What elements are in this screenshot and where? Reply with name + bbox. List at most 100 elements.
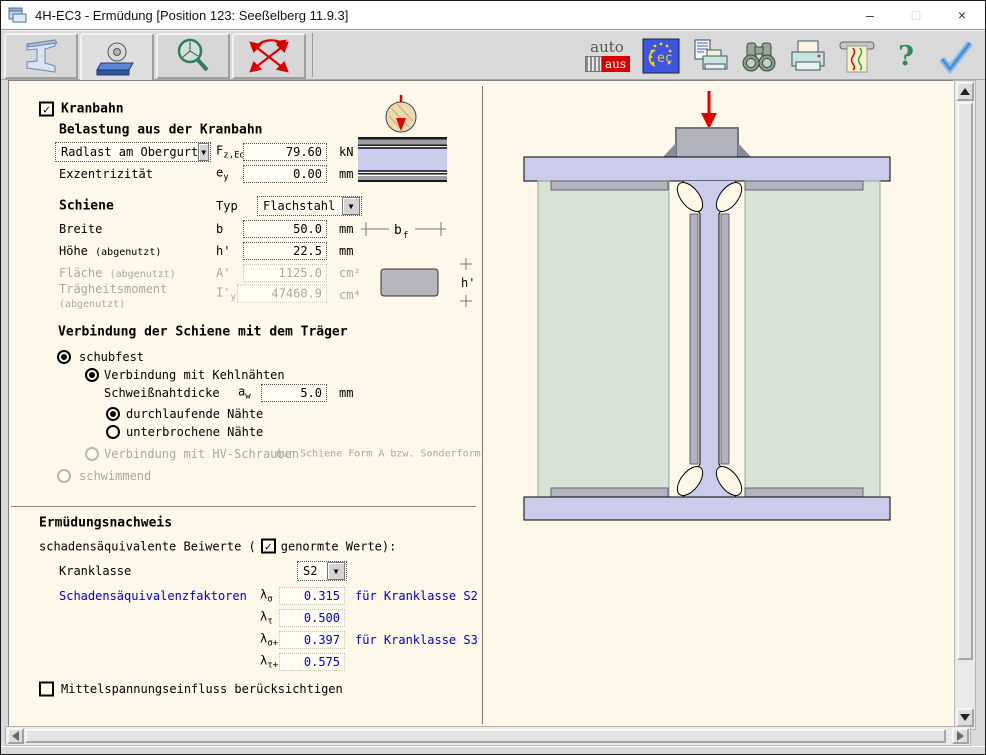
section-separator (11, 506, 476, 507)
lambda-tau-symbol: λτ (260, 610, 273, 627)
schubfest-label: schubfest (79, 350, 144, 364)
hoehe-input[interactable]: 22.5 (243, 242, 327, 260)
verbindung-heading: Verbindung der Schiene mit dem Träger (58, 325, 348, 340)
scroll-down-button[interactable] (956, 708, 974, 727)
tab-forces[interactable] (232, 33, 306, 79)
svg-text:f: f (403, 231, 408, 241)
horizontal-scroll-thumb[interactable] (25, 729, 946, 743)
panel-left (538, 181, 669, 497)
protocol-button[interactable] (837, 35, 877, 77)
protocol-icon (838, 38, 876, 74)
svg-text:ec: ec (657, 51, 673, 66)
lambda-sigma-plus-symbol: λσ+ (260, 632, 278, 649)
eccentricity-input[interactable]: 0.00 (243, 165, 327, 183)
help-button[interactable]: ? (886, 35, 926, 77)
auto-aus-button[interactable]: auto aus (582, 35, 632, 77)
force-symbol: Fz,Ed (216, 144, 245, 161)
titlebar: 4H-EC3 - Ermüdung [Position 123: Seeßelb… (1, 1, 985, 30)
weld-left (663, 143, 676, 157)
kranklasse-dropdown[interactable]: S2 ▼ (297, 561, 347, 581)
flaeche-output: 1125.0 (243, 264, 327, 282)
binoculars-icon (739, 39, 779, 73)
web (700, 181, 719, 497)
statusbar (1, 746, 985, 754)
beam-cross-section (483, 81, 953, 729)
tab-section-detail[interactable] (156, 33, 230, 79)
maximize-button: □ (893, 1, 939, 29)
content-panel: ✓ Kranbahn Belastung aus der Kranbahn Ra… (8, 80, 954, 730)
schiene-heading: Schiene (59, 199, 114, 214)
durchlaufende-label: durchlaufende Nähte (126, 407, 263, 421)
lambda-sigma-output: 0.315 (279, 587, 345, 605)
traegheitsmoment-symbol: I'y (216, 285, 236, 302)
vertical-scrollbar (954, 80, 976, 730)
panel-right (745, 181, 880, 497)
minimize-button[interactable]: – (847, 1, 893, 29)
i-beam-icon (19, 38, 63, 74)
schweissnahtdicke-unit: mm (339, 386, 353, 400)
lambda-sigma-note: für Kranklasse S2 (355, 589, 478, 603)
mittelspannung-checkbox[interactable] (39, 682, 54, 697)
flaeche-symbol: A' (216, 266, 230, 280)
beiwerte-prefix: schadensäquivalente Beiwerte ( (39, 539, 256, 553)
confirm-button[interactable] (935, 35, 975, 77)
load-position-value: Radlast am Obergurt (61, 145, 198, 159)
lambda-tau-plus-symbol: λτ+ (260, 654, 278, 671)
kehlnaehte-label: Verbindung mit Kehlnähten (104, 368, 285, 382)
print-preview-button[interactable] (690, 35, 730, 77)
app-window: 4H-EC3 - Ermüdung [Position 123: Seeßelb… (0, 0, 986, 755)
schubfest-radio[interactable] (57, 350, 71, 364)
scroll-right-button[interactable] (952, 728, 969, 744)
belastung-heading: Belastung aus der Kranbahn (59, 123, 263, 138)
tab-rail-wheel[interactable] (80, 33, 154, 82)
unterbrochene-radio[interactable] (106, 425, 120, 439)
arrow-down-icon (960, 714, 970, 721)
schweissnahtdicke-label: Schweißnahtdicke (104, 386, 220, 400)
stripe-icon (585, 56, 602, 72)
document-printer-icon (691, 38, 729, 74)
rail-type-dropdown[interactable]: Flachstahl ▼ (257, 196, 362, 216)
load-position-dropdown[interactable]: Radlast am Obergurt ▼ (55, 142, 211, 162)
top-flange (524, 157, 890, 181)
traegheitsmoment-label: Trägheitsmoment (abgenutzt) (59, 282, 167, 310)
rail-sketch: b f h' (349, 91, 479, 321)
scroll-up-button[interactable] (956, 82, 974, 101)
vertical-scroll-thumb[interactable] (957, 102, 973, 660)
h-label: h' (461, 276, 475, 290)
close-button[interactable]: × (939, 1, 985, 29)
lambda-sigma-symbol: λσ (260, 588, 273, 605)
auto-label: auto (590, 41, 624, 54)
kranbahn-label: Kranbahn (61, 102, 124, 117)
arrow-up-icon (960, 88, 970, 95)
hoehe-symbol: h' (216, 244, 230, 258)
kranklasse-value: S2 (303, 564, 317, 578)
breite-input[interactable]: 50.0 (243, 220, 327, 238)
bottom-flange (524, 497, 890, 520)
search-button[interactable] (739, 35, 779, 77)
kranbahn-checkbox[interactable]: ✓ (39, 102, 54, 117)
hv-schrauben-label: Verbindung mit HV-Schrauben (104, 447, 299, 461)
rail-section-icon (381, 269, 438, 296)
hv-schrauben-radio (85, 447, 99, 461)
print-button[interactable] (788, 35, 828, 77)
ec-flag-icon: ec (642, 38, 680, 74)
schweissnahtdicke-input[interactable]: 5.0 (261, 384, 327, 402)
wheel-on-beam-icon (95, 39, 139, 79)
scroll-left-button[interactable] (7, 728, 24, 744)
beiwerte-row: schadensäquivalente Beiwerte ( ✓ genormt… (39, 539, 396, 554)
toolbar-separator (312, 33, 313, 77)
genormte-werte-checkbox[interactable]: ✓ (261, 539, 276, 554)
question-mark-icon: ? (898, 41, 914, 72)
kehlnaehte-radio[interactable] (85, 368, 99, 382)
tab-profile[interactable] (4, 33, 78, 79)
force-input[interactable]: 79.60 (243, 143, 327, 161)
check-icon: ✓ (43, 103, 50, 115)
weld-right (738, 143, 751, 157)
eurocode-button[interactable]: ec (641, 35, 681, 77)
schweissnahtdicke-symbol: aw (238, 385, 251, 402)
lambda-tau-plus-output: 0.575 (279, 653, 345, 671)
kranklasse-label: Kranklasse (59, 564, 131, 578)
lambda-tau-output: 0.500 (279, 609, 345, 627)
durchlaufende-radio[interactable] (106, 407, 120, 421)
bf-label: b (394, 223, 402, 238)
